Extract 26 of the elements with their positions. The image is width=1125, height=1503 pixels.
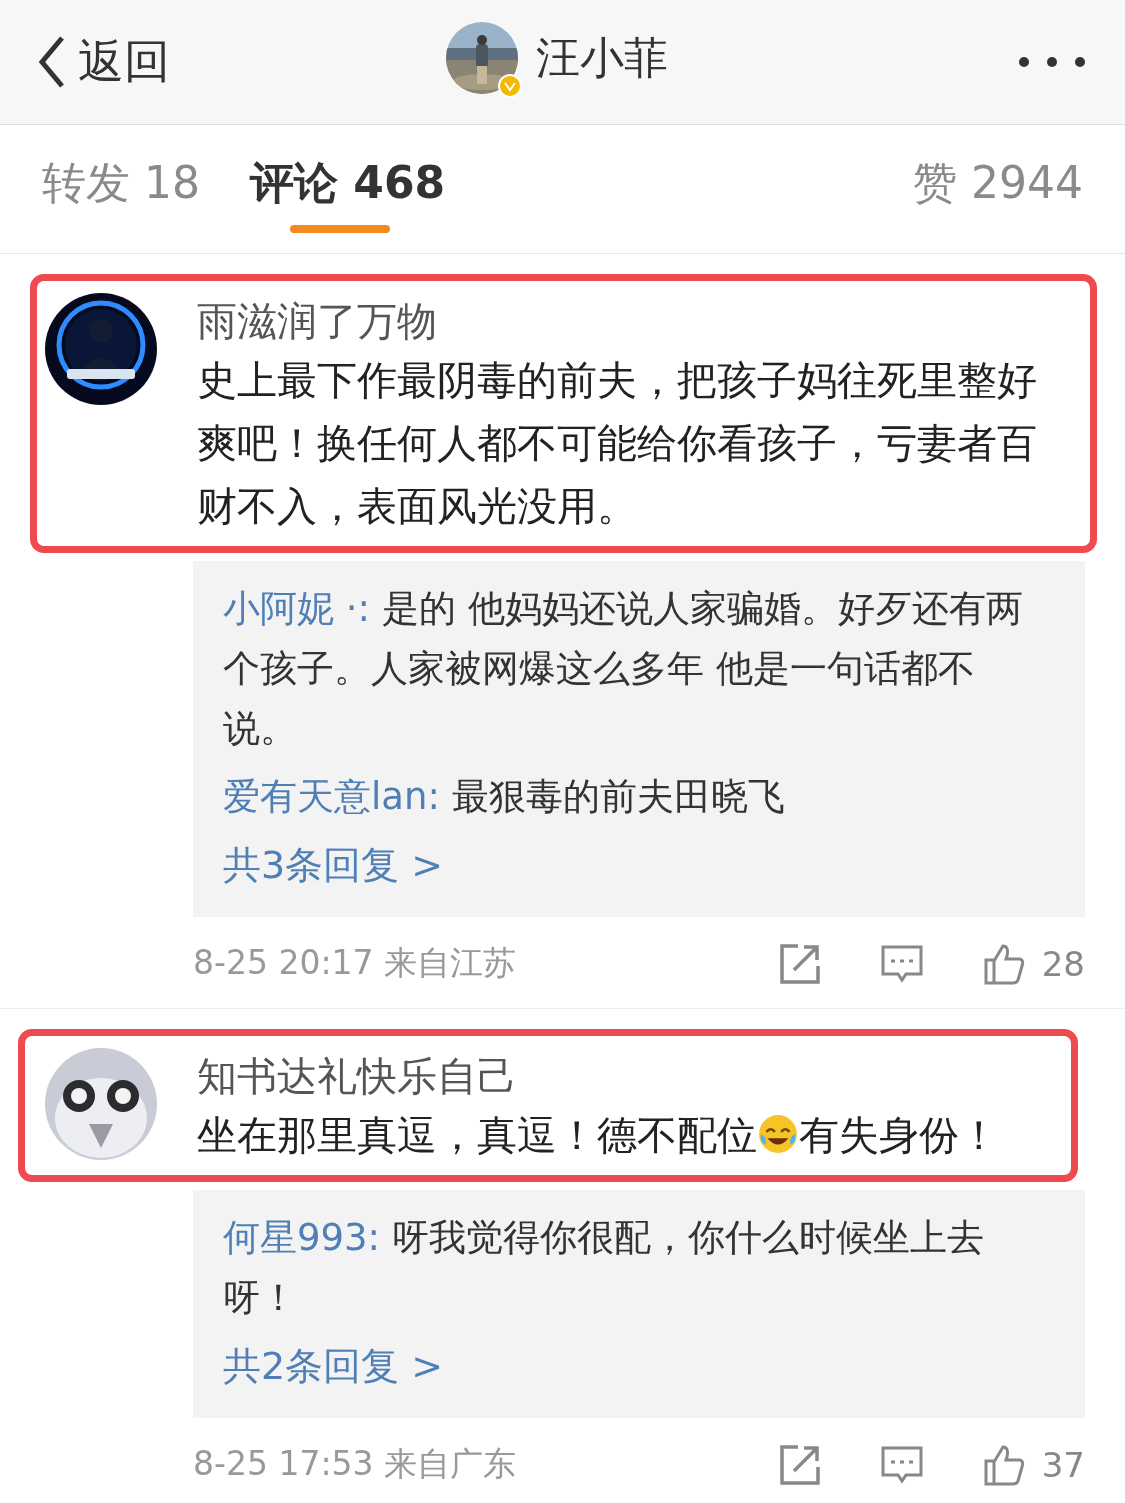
like-count: 37 <box>1041 1444 1085 1485</box>
like-count: 28 <box>1041 943 1085 984</box>
more-replies-link[interactable]: 共3条回复 > <box>223 835 444 895</box>
reply-author[interactable]: 小阿妮 ·: <box>223 587 370 630</box>
more-icon[interactable] <box>1017 55 1087 69</box>
reply-text: 爱有天意lan: 最狠毒的前夫田晓飞 <box>223 774 786 820</box>
share-icon[interactable] <box>777 1442 822 1487</box>
comment-time: 8-25 20:17 来自江苏 <box>193 942 516 984</box>
comment-text: 史上最下作最阴毒的前夫，把孩子妈往死里整好爽吧！换任何人都不可能给你看孩子，亏妻者百财不入，表面风光没用。 <box>197 356 1038 531</box>
reply-author[interactable]: 爱有天意lan: <box>223 775 440 818</box>
comment-time: 8-25 17:53 来自广东 <box>193 1443 516 1485</box>
comment-author[interactable]: 知书达礼快乐自己 <box>197 1048 1041 1104</box>
laughing-emoji-icon <box>757 1113 799 1155</box>
reply-text: 小阿妮 ·: 是的 他妈妈还说人家骗婚。好歹还有两个孩子。人家被网爆这么多年 他是一句话都不说。 <box>223 586 1024 752</box>
back-icon <box>36 34 66 90</box>
tab[interactable]: 评论 468 <box>250 155 446 233</box>
share-icon[interactable] <box>777 941 822 986</box>
reply-author[interactable]: 何星993: <box>223 1216 381 1259</box>
tab[interactable]: 转发 18 <box>42 155 200 233</box>
back-button[interactable]: 返回 <box>36 31 170 93</box>
comment-author[interactable]: 雨滋润了万物 <box>197 293 1049 349</box>
tab[interactable]: 赞 2944 <box>913 155 1083 233</box>
user-name: 汪小菲 <box>536 30 668 85</box>
comment-text: 坐在那里真逗，真逗！德不配位 有失身份！ <box>197 1111 1000 1160</box>
reply-text: 何星993: 呀我觉得你很配，你什么时候坐上去呀！ <box>223 1215 985 1321</box>
more-replies-link[interactable]: 共2条回复 > <box>223 1336 444 1396</box>
